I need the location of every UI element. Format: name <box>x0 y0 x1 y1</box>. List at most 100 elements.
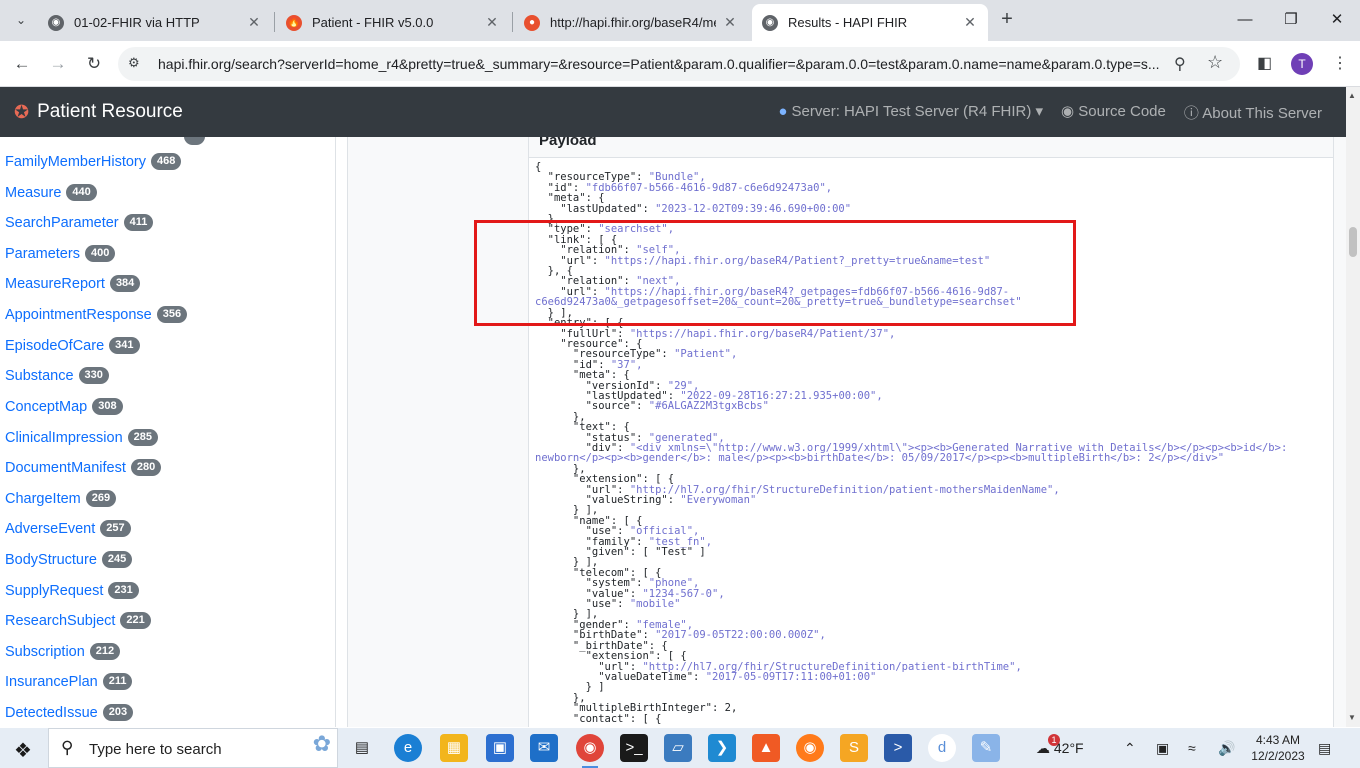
brand-title: Patient Resource <box>37 101 183 122</box>
forward-button[interactable]: → <box>45 51 71 77</box>
source-code-link[interactable]: ◉ Source Code <box>1061 102 1166 123</box>
tab-hapi-baser4[interactable]: ● http://hapi.fhir.org/baseR4/me ✕ <box>514 4 748 41</box>
bookmark-star-icon[interactable]: ☆ <box>1207 52 1223 73</box>
close-icon[interactable]: ✕ <box>484 14 500 31</box>
back-button[interactable]: ← <box>9 51 35 77</box>
scrollbar-thumb[interactable] <box>1349 227 1357 257</box>
count-badge: 384 <box>109 275 141 292</box>
sidebar-item-label[interactable]: EpisodeOfCare <box>5 338 104 354</box>
new-tab-button[interactable]: + <box>995 8 1019 32</box>
sidebar-item[interactable]: AppointmentResponse 356 <box>5 306 188 323</box>
firefox-icon[interactable]: ◉ <box>796 734 824 762</box>
chrome-icon[interactable]: ◉ <box>576 734 604 768</box>
close-icon[interactable]: ✕ <box>962 14 978 31</box>
sidebar-item-label[interactable]: Parameters <box>5 246 80 262</box>
window-close-button[interactable]: ✕ <box>1322 8 1352 32</box>
sidebar-item-label[interactable]: Measure <box>5 185 61 201</box>
sidebar-item-label[interactable]: ResearchSubject <box>5 613 115 629</box>
sidebar-item[interactable]: Subscription 212 <box>5 643 121 660</box>
meet-now-icon[interactable]: ▣ <box>1156 740 1169 757</box>
sidebar-item[interactable]: ResearchSubject 221 <box>5 612 151 629</box>
sidebar-item-label[interactable]: ClinicalImpression <box>5 430 123 446</box>
sidebar-item-label[interactable]: SearchParameter <box>5 215 119 231</box>
sidebar-item-label[interactable]: FamilyMemberHistory <box>5 154 146 170</box>
notification-center-icon[interactable]: ▤ <box>1318 740 1331 757</box>
payload-header: Payload <box>528 137 1334 157</box>
python-icon[interactable]: ▱ <box>664 734 692 762</box>
server-dropdown[interactable]: ● Server: HAPI Test Server (R4 FHIR) ▾ <box>778 102 1043 123</box>
scroll-down-icon[interactable]: ▼ <box>1348 713 1356 722</box>
sidebar-item-label[interactable]: Substance <box>5 368 74 384</box>
sidebar-item[interactable]: InsurancePlan 211 <box>5 673 133 690</box>
github-icon: ◉ <box>1061 103 1075 120</box>
paint-icon[interactable]: ✎ <box>972 734 1000 762</box>
powershell-icon[interactable]: > <box>884 734 912 762</box>
sidebar-item-label[interactable]: AdverseEvent <box>5 521 95 537</box>
edge-icon[interactable]: e <box>394 734 422 762</box>
volume-icon[interactable]: 🔊 <box>1218 740 1235 757</box>
sidebar-item-partial[interactable] <box>5 137 206 145</box>
sublime-icon[interactable]: S <box>840 734 868 762</box>
close-icon[interactable]: ✕ <box>246 14 262 31</box>
sidebar-item-label[interactable]: InsurancePlan <box>5 674 98 690</box>
sidebar-item[interactable]: BodyStructure 245 <box>5 551 133 568</box>
sidebar-item[interactable]: ChargeItem 269 <box>5 490 117 507</box>
sidebar-item[interactable]: Substance 330 <box>5 367 109 384</box>
tab-search-button[interactable]: ⌄ <box>8 8 34 32</box>
sidebar-item-label[interactable]: MeasureReport <box>5 276 105 292</box>
task-view-icon[interactable]: ▤ <box>348 734 376 762</box>
sidebar-item-label[interactable]: ConceptMap <box>5 399 87 415</box>
weather-widget[interactable]: ☁ 1 42°F <box>1036 734 1084 757</box>
profile-avatar[interactable]: T <box>1291 53 1313 75</box>
side-panel-icon[interactable]: ◧ <box>1257 53 1272 73</box>
menu-kebab-icon[interactable]: ⋮ <box>1332 53 1348 73</box>
minimize-button[interactable]: — <box>1230 8 1260 32</box>
sidebar-item[interactable]: DocumentManifest 280 <box>5 459 162 476</box>
site-info-icon[interactable]: ⚙ <box>128 55 140 71</box>
sidebar-item-label[interactable]: AppointmentResponse <box>5 307 152 323</box>
reload-button[interactable]: ↻ <box>81 51 107 77</box>
mail-icon[interactable]: ✉ <box>530 734 558 762</box>
sidebar-item[interactable]: SearchParameter 411 <box>5 214 154 231</box>
url-text[interactable]: hapi.fhir.org/search?serverId=home_r4&pr… <box>158 56 1168 72</box>
sidebar-item-label[interactable]: ChargeItem <box>5 491 81 507</box>
sidebar-item[interactable]: SupplyRequest 231 <box>5 582 139 599</box>
tab-fhir-via-http[interactable]: ◉ 01-02-FHIR via HTTP ✕ <box>38 4 272 41</box>
sidebar-item[interactable]: DetectedIssue 203 <box>5 704 134 721</box>
maximize-button[interactable]: ❐ <box>1276 8 1306 32</box>
scroll-up-icon[interactable]: ▲ <box>1348 91 1356 100</box>
sidebar-item-label[interactable]: BodyStructure <box>5 552 97 568</box>
page-scrollbar[interactable]: ▲ ▼ <box>1346 87 1360 727</box>
zoom-icon[interactable]: ⚲ <box>1174 54 1186 74</box>
store-icon[interactable]: ▣ <box>486 734 514 762</box>
sidebar-item-label[interactable]: DetectedIssue <box>5 705 98 721</box>
sidebar-item-label[interactable]: SupplyRequest <box>5 583 103 599</box>
tab-results-hapi[interactable]: ◉ Results - HAPI FHIR ✕ <box>752 4 988 41</box>
wifi-icon[interactable]: ≈ <box>1188 740 1196 756</box>
dictation-icon[interactable]: d <box>928 734 956 762</box>
sidebar-item[interactable]: Parameters 400 <box>5 245 116 262</box>
brave-icon[interactable]: ▲ <box>752 734 780 762</box>
sidebar-item[interactable]: MeasureReport 384 <box>5 275 141 292</box>
sidebar-item[interactable]: ConceptMap 308 <box>5 398 123 415</box>
system-clock[interactable]: 4:43 AM 12/2/2023 <box>1250 732 1306 764</box>
windows-start-icon[interactable]: ❖ <box>14 738 32 763</box>
chevron-down-icon: ⌄ <box>15 13 27 27</box>
sidebar-item[interactable]: EpisodeOfCare 341 <box>5 337 140 354</box>
sidebar-item[interactable]: AdverseEvent 257 <box>5 520 131 537</box>
sidebar-item-label[interactable]: DocumentManifest <box>5 460 126 476</box>
chevron-up-icon[interactable]: ⌃ <box>1124 740 1136 757</box>
terminal-icon[interactable]: >_ <box>620 734 648 762</box>
tab-patient-fhir[interactable]: 🔥 Patient - FHIR v5.0.0 ✕ <box>276 4 510 41</box>
about-server-link[interactable]: ⓘ About This Server <box>1184 102 1322 123</box>
address-bar[interactable]: ⚙ hapi.fhir.org/search?serverId=home_r4&… <box>118 47 1240 81</box>
sidebar-item[interactable]: Measure 440 <box>5 184 97 201</box>
brand[interactable]: ✪ Patient Resource <box>14 101 183 123</box>
close-icon[interactable]: ✕ <box>722 14 738 31</box>
file-explorer-icon[interactable]: ▦ <box>440 734 468 762</box>
vscode-icon[interactable]: ❯ <box>708 734 736 762</box>
sidebar-item[interactable]: ClinicalImpression 285 <box>5 429 159 446</box>
sidebar-item-label[interactable]: Subscription <box>5 644 85 660</box>
sidebar-item[interactable]: FamilyMemberHistory 468 <box>5 153 182 170</box>
taskbar-search[interactable]: ⚲ Type here to search ✿ <box>48 728 338 768</box>
